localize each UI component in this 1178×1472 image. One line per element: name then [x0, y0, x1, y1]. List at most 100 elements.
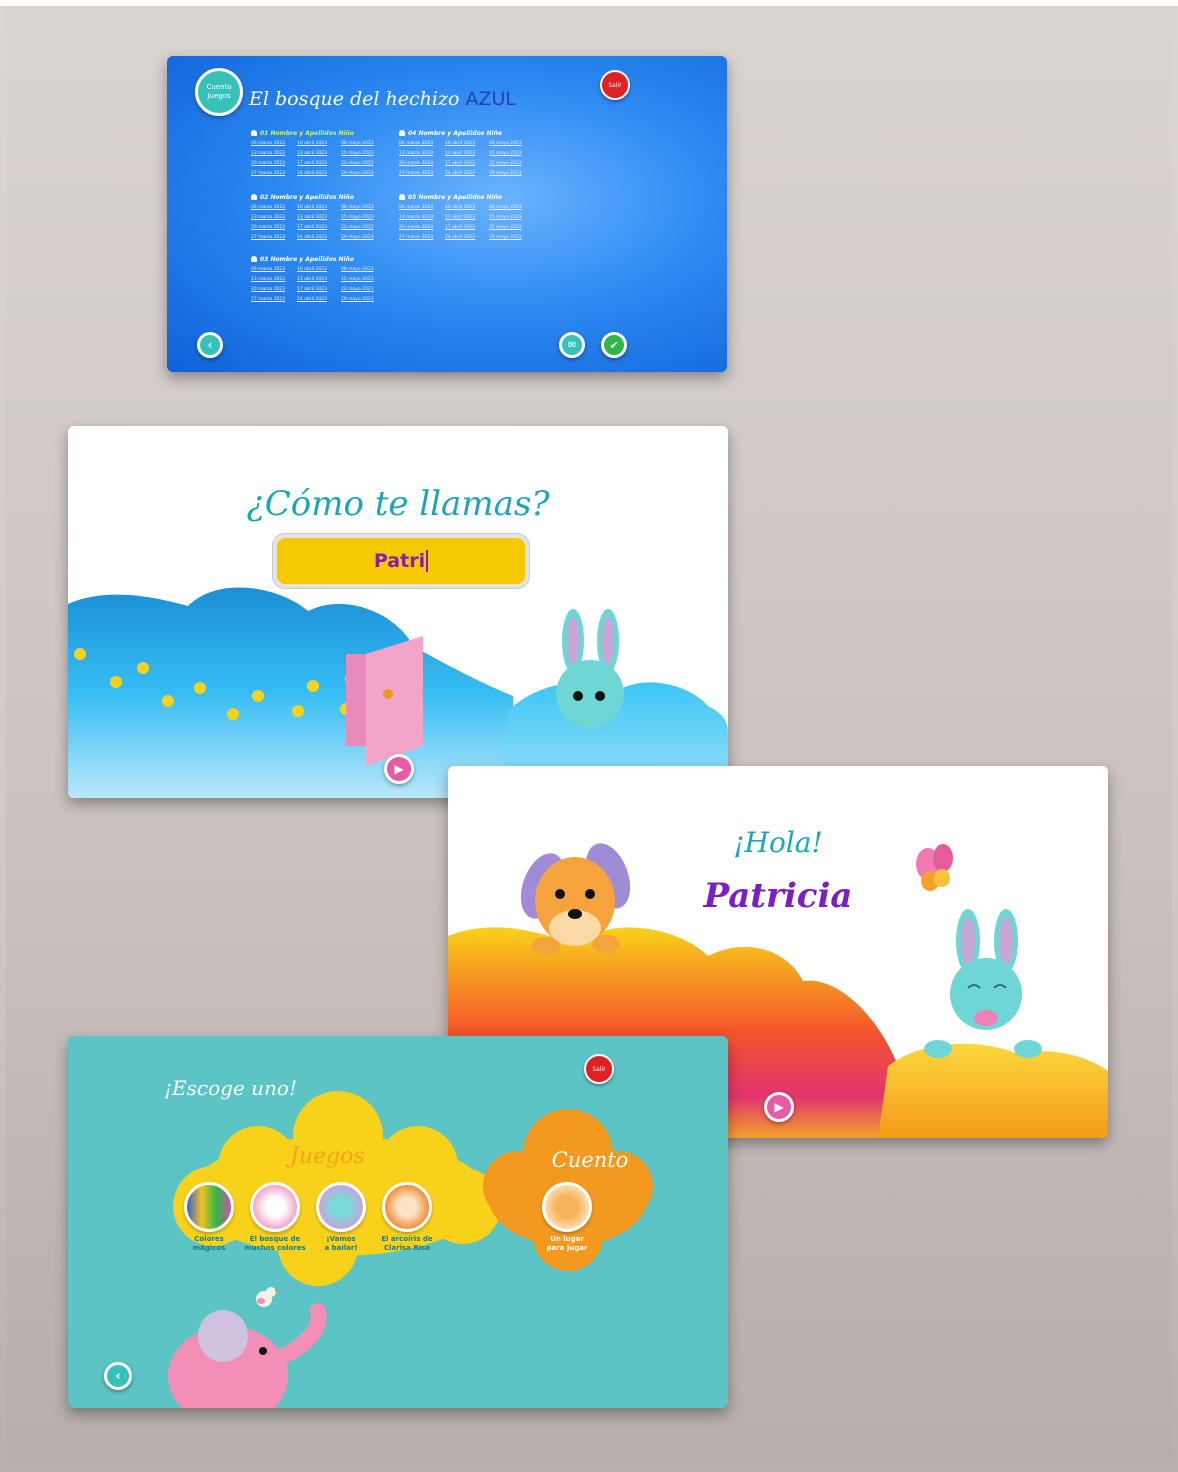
cuento-juegos-logo[interactable]: Cuento Juegos: [195, 68, 243, 116]
date-link[interactable]: 08 mayo 2023: [341, 265, 387, 274]
game-colores-magicos[interactable]: Colores mágicos: [174, 1182, 244, 1253]
date-link[interactable]: 27 marzo 2023: [399, 169, 445, 178]
date-link[interactable]: 22 mayo 2023: [341, 285, 387, 294]
date-link[interactable]: 29 mayo 2023: [489, 169, 535, 178]
back-button[interactable]: ‹: [197, 332, 223, 358]
date-link[interactable]: 29 mayo 2023: [341, 295, 387, 304]
date-link[interactable]: 29 mayo 2023: [341, 233, 387, 242]
child-name[interactable]: 05 Nombre y Apellidos Niño: [399, 194, 539, 201]
screen-name-entry: ¿Cómo te llamas? Patri ▶: [68, 426, 728, 798]
date-link[interactable]: 13 abril 2023: [445, 213, 489, 222]
game-arcoiris-clarisa[interactable]: El arcoíris de Clarisa Risa: [372, 1182, 442, 1253]
date-link[interactable]: 08 mayo 2023: [489, 139, 535, 148]
date-link[interactable]: 20 marzo 2023: [399, 159, 445, 168]
date-link[interactable]: 06 marzo 2023: [251, 203, 297, 212]
crayons-icon: [184, 1182, 234, 1232]
date-link[interactable]: 13 abril 2023: [297, 149, 341, 158]
date-link[interactable]: 13 abril 2023: [297, 213, 341, 222]
date-list: 06 marzo 2023 10 abril 2023 08 mayo 2023 13…: [251, 203, 391, 242]
play-button[interactable]: ▶: [384, 754, 414, 784]
salir-button[interactable]: Salir: [600, 70, 630, 100]
date-link[interactable]: 10 abril 2023: [445, 139, 489, 148]
date-link[interactable]: 17 abril 2023: [297, 159, 341, 168]
date-link[interactable]: 13 marzo 2023: [399, 149, 445, 158]
date-link[interactable]: 10 abril 2023: [297, 203, 341, 212]
unicorn-icon: [250, 1182, 300, 1232]
child-name[interactable]: 01 Nombre y Apellidos Niño: [251, 130, 391, 137]
butterfly: [916, 844, 953, 891]
date-link[interactable]: 22 mayo 2023: [341, 159, 387, 168]
child-name[interactable]: 04 Nombre y Apellidos Niño: [399, 130, 539, 137]
date-link[interactable]: 24 abril 2023: [445, 169, 489, 178]
date-link[interactable]: 20 marzo 2023: [251, 159, 297, 168]
date-link[interactable]: 22 mayo 2023: [341, 223, 387, 232]
date-link[interactable]: 20 marzo 2023: [251, 223, 297, 232]
date-link[interactable]: 08 mayo 2023: [341, 139, 387, 148]
date-link[interactable]: 15 mayo 2023: [341, 275, 387, 284]
date-link[interactable]: 24 abril 2023: [297, 295, 341, 304]
date-link[interactable]: 17 abril 2023: [297, 223, 341, 232]
child-record: 02 Nombre y Apellidos Niño 06 marzo 2023…: [251, 194, 391, 242]
date-link[interactable]: 24 abril 2023: [297, 233, 341, 242]
date-link[interactable]: 08 mayo 2023: [489, 203, 535, 212]
date-link[interactable]: 24 abril 2023: [297, 169, 341, 178]
date-link[interactable]: 22 mayo 2023: [489, 159, 535, 168]
play-button[interactable]: ▶: [764, 1092, 794, 1122]
date-link[interactable]: 15 mayo 2023: [341, 149, 387, 158]
date-link[interactable]: 10 abril 2023: [297, 139, 341, 148]
date-link[interactable]: 15 mayo 2023: [489, 213, 535, 222]
date-link[interactable]: 06 marzo 2023: [399, 203, 445, 212]
back-button[interactable]: ‹: [104, 1362, 132, 1390]
date-link[interactable]: 06 marzo 2023: [399, 139, 445, 148]
date-link[interactable]: 22 mayo 2023: [489, 223, 535, 232]
date-list: 06 marzo 2023 10 abril 2023 08 mayo 2023 13…: [251, 265, 391, 304]
date-link[interactable]: 15 mayo 2023: [341, 213, 387, 222]
title-text: El bosque del hechizo: [249, 88, 460, 110]
date-link[interactable]: 27 marzo 2023: [251, 295, 297, 304]
date-link[interactable]: 29 mayo 2023: [341, 169, 387, 178]
child-name[interactable]: 03 Nombre y Apellidos Niño: [251, 256, 391, 263]
date-link[interactable]: 10 abril 2023: [297, 265, 341, 274]
date-link[interactable]: 17 abril 2023: [297, 285, 341, 294]
date-link[interactable]: 06 marzo 2023: [251, 139, 297, 148]
date-link[interactable]: 13 marzo 2023: [251, 275, 297, 284]
date-link[interactable]: 24 abril 2023: [445, 233, 489, 242]
date-link[interactable]: 13 marzo 2023: [251, 149, 297, 158]
play-icon: ▶: [394, 762, 404, 776]
date-link[interactable]: 08 mayo 2023: [341, 203, 387, 212]
date-link[interactable]: 13 marzo 2023: [251, 213, 297, 222]
date-link[interactable]: 13 abril 2023: [297, 275, 341, 284]
date-link[interactable]: 29 mayo 2023: [489, 233, 535, 242]
child-name-text: 04 Nombre y Apellidos Niño: [408, 130, 502, 137]
date-link[interactable]: 27 marzo 2023: [251, 169, 297, 178]
date-link[interactable]: 27 marzo 2023: [251, 233, 297, 242]
title-accent: AZUL: [465, 88, 516, 110]
date-link[interactable]: 17 abril 2023: [445, 159, 489, 168]
cuento-un-lugar[interactable]: Un lugar para jugar: [532, 1182, 602, 1253]
date-link[interactable]: 06 marzo 2023: [251, 265, 297, 274]
person-icon: [251, 130, 257, 136]
confirm-button[interactable]: ✔: [601, 332, 627, 358]
date-link[interactable]: 20 marzo 2023: [251, 285, 297, 294]
date-link[interactable]: 13 abril 2023: [445, 149, 489, 158]
child-name[interactable]: 02 Nombre y Apellidos Niño: [251, 194, 391, 201]
date-link[interactable]: 17 abril 2023: [445, 223, 489, 232]
date-link[interactable]: 20 marzo 2023: [399, 223, 445, 232]
game-bosque-colores[interactable]: El bosque de muchos colores: [240, 1182, 310, 1253]
date-link[interactable]: 15 mayo 2023: [489, 149, 535, 158]
page-title: El bosque del hechizo AZUL: [249, 88, 516, 110]
logo-text: Cuento Juegos: [206, 83, 232, 100]
child-name-text: 02 Nombre y Apellidos Niño: [260, 194, 354, 201]
date-link[interactable]: 13 marzo 2023: [399, 213, 445, 222]
game-vamos-bailar[interactable]: ¡Vamos a bailar!: [306, 1182, 376, 1253]
envelope-icon: ✉: [567, 339, 577, 351]
game-label: El arcoíris de Clarisa Risa: [381, 1235, 433, 1252]
date-link[interactable]: 10 abril 2023: [445, 203, 489, 212]
cuento-item-label: Un lugar para jugar: [546, 1235, 588, 1252]
mail-button[interactable]: ✉: [559, 332, 585, 358]
date-link[interactable]: 27 marzo 2023: [399, 233, 445, 242]
salir-button[interactable]: Salir: [584, 1054, 614, 1084]
child-record: 05 Nombre y Apellidos Niño 06 marzo 2023…: [399, 194, 539, 242]
screen-choose-activity: ¡Escoge uno! Salir Juegos Colores mágicos…: [68, 1036, 728, 1408]
child-record: 04 Nombre y Apellidos Niño 06 marzo 2023…: [399, 130, 539, 178]
